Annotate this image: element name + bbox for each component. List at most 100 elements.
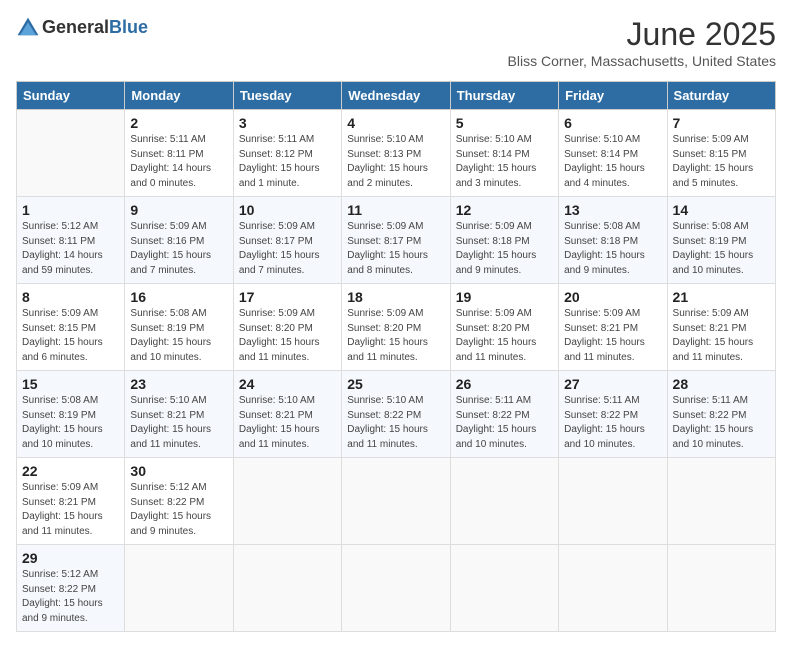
day-number: 19: [456, 289, 553, 305]
calendar-cell: 20 Sunrise: 5:09 AMSunset: 8:21 PMDayligh…: [559, 284, 667, 371]
calendar-cell: 16 Sunrise: 5:08 AMSunset: 8:19 PMDayligh…: [125, 284, 233, 371]
day-detail: Sunrise: 5:11 AMSunset: 8:11 PMDaylight:…: [130, 133, 227, 191]
day-detail: Sunrise: 5:09 AMSunset: 8:21 PMDaylight:…: [22, 481, 119, 539]
calendar-cell: [667, 545, 775, 632]
day-of-week-sunday: Sunday: [17, 82, 125, 110]
calendar-cell: 5 Sunrise: 5:10 AMSunset: 8:14 PMDaylight…: [450, 110, 558, 197]
day-detail: Sunrise: 5:09 AMSunset: 8:20 PMDaylight:…: [239, 307, 336, 365]
calendar-cell: 3 Sunrise: 5:11 AMSunset: 8:12 PMDaylight…: [233, 110, 341, 197]
day-detail: Sunrise: 5:10 AMSunset: 8:21 PMDaylight:…: [130, 394, 227, 452]
calendar-cell: [450, 458, 558, 545]
day-number: 1: [22, 202, 119, 218]
calendar-cell: 4Sunrise: 5:10 AMSunset: 8:13 PMDaylight…: [342, 110, 450, 197]
calendar-cell: 8 Sunrise: 5:09 AMSunset: 8:15 PMDaylight…: [17, 284, 125, 371]
day-number: 20: [564, 289, 661, 305]
calendar-cell: 19 Sunrise: 5:09 AMSunset: 8:20 PMDayligh…: [450, 284, 558, 371]
day-number: 30: [130, 463, 227, 479]
day-detail: Sunrise: 5:11 AMSunset: 8:12 PMDaylight:…: [239, 133, 336, 191]
calendar-cell: 11 Sunrise: 5:09 AMSunset: 8:17 PMDayligh…: [342, 197, 450, 284]
day-number: 4: [347, 115, 444, 131]
day-number: 14: [673, 202, 770, 218]
day-detail: Sunrise: 5:11 AMSunset: 8:22 PMDaylight:…: [673, 394, 770, 452]
calendar-cell: 21Sunrise: 5:09 AMSunset: 8:21 PMDayligh…: [667, 284, 775, 371]
day-of-week-friday: Friday: [559, 82, 667, 110]
day-number: 25: [347, 376, 444, 392]
day-number: 16: [130, 289, 227, 305]
day-of-week-monday: Monday: [125, 82, 233, 110]
day-detail: Sunrise: 5:09 AMSunset: 8:15 PMDaylight:…: [22, 307, 119, 365]
day-detail: Sunrise: 5:09 AMSunset: 8:17 PMDaylight:…: [239, 220, 336, 278]
day-number: 5: [456, 115, 553, 131]
day-detail: Sunrise: 5:09 AMSunset: 8:16 PMDaylight:…: [130, 220, 227, 278]
day-number: 3: [239, 115, 336, 131]
calendar-cell: 6 Sunrise: 5:10 AMSunset: 8:14 PMDaylight…: [559, 110, 667, 197]
calendar-cell: 2 Sunrise: 5:11 AMSunset: 8:11 PMDaylight…: [125, 110, 233, 197]
calendar-cell: 9 Sunrise: 5:09 AMSunset: 8:16 PMDaylight…: [125, 197, 233, 284]
day-of-week-thursday: Thursday: [450, 82, 558, 110]
day-number: 12: [456, 202, 553, 218]
calendar-cell: 13 Sunrise: 5:08 AMSunset: 8:18 PMDayligh…: [559, 197, 667, 284]
calendar-table: SundayMondayTuesdayWednesdayThursdayFrid…: [16, 81, 776, 632]
calendar-cell: 12 Sunrise: 5:09 AMSunset: 8:18 PMDayligh…: [450, 197, 558, 284]
day-detail: Sunrise: 5:12 AMSunset: 8:22 PMDaylight:…: [130, 481, 227, 539]
day-number: 11: [347, 202, 444, 218]
day-detail: Sunrise: 5:10 AMSunset: 8:14 PMDaylight:…: [564, 133, 661, 191]
day-detail: Sunrise: 5:08 AMSunset: 8:18 PMDaylight:…: [564, 220, 661, 278]
calendar-cell: 1Sunrise: 5:12 AMSunset: 8:11 PMDaylight…: [17, 197, 125, 284]
day-detail: Sunrise: 5:09 AMSunset: 8:20 PMDaylight:…: [347, 307, 444, 365]
calendar-cell: [342, 545, 450, 632]
day-detail: Sunrise: 5:09 AMSunset: 8:18 PMDaylight:…: [456, 220, 553, 278]
calendar-cell: 26 Sunrise: 5:11 AMSunset: 8:22 PMDayligh…: [450, 371, 558, 458]
day-number: 18: [347, 289, 444, 305]
day-detail: Sunrise: 5:10 AMSunset: 8:14 PMDaylight:…: [456, 133, 553, 191]
day-detail: Sunrise: 5:09 AMSunset: 8:17 PMDaylight:…: [347, 220, 444, 278]
day-detail: Sunrise: 5:11 AMSunset: 8:22 PMDaylight:…: [456, 394, 553, 452]
calendar-cell: 7 Sunrise: 5:09 AMSunset: 8:15 PMDaylight…: [667, 110, 775, 197]
day-detail: Sunrise: 5:09 AMSunset: 8:20 PMDaylight:…: [456, 307, 553, 365]
day-number: 9: [130, 202, 227, 218]
location-title: Bliss Corner, Massachusetts, United Stat…: [508, 53, 776, 69]
calendar-cell: 25Sunrise: 5:10 AMSunset: 8:22 PMDayligh…: [342, 371, 450, 458]
calendar-body: 2 Sunrise: 5:11 AMSunset: 8:11 PMDaylight…: [17, 110, 776, 632]
page-header: GeneralBlue June 2025 Bliss Corner, Mass…: [16, 16, 776, 69]
calendar-cell: [17, 110, 125, 197]
day-number: 15: [22, 376, 119, 392]
calendar-cell: 24Sunrise: 5:10 AMSunset: 8:21 PMDayligh…: [233, 371, 341, 458]
day-number: 13: [564, 202, 661, 218]
logo-text-general: General: [42, 17, 109, 37]
day-number: 23: [130, 376, 227, 392]
day-number: 22: [22, 463, 119, 479]
day-detail: Sunrise: 5:09 AMSunset: 8:21 PMDaylight:…: [564, 307, 661, 365]
calendar-cell: [450, 545, 558, 632]
calendar-cell: [233, 458, 341, 545]
calendar-cell: [342, 458, 450, 545]
day-number: 17: [239, 289, 336, 305]
days-of-week-row: SundayMondayTuesdayWednesdayThursdayFrid…: [17, 82, 776, 110]
day-number: 26: [456, 376, 553, 392]
day-number: 7: [673, 115, 770, 131]
calendar-cell: 30 Sunrise: 5:12 AMSunset: 8:22 PMDayligh…: [125, 458, 233, 545]
calendar-week-5: 22 Sunrise: 5:09 AMSunset: 8:21 PMDayligh…: [17, 458, 776, 545]
day-detail: Sunrise: 5:08 AMSunset: 8:19 PMDaylight:…: [22, 394, 119, 452]
day-detail: Sunrise: 5:09 AMSunset: 8:15 PMDaylight:…: [673, 133, 770, 191]
day-detail: Sunrise: 5:11 AMSunset: 8:22 PMDaylight:…: [564, 394, 661, 452]
day-number: 27: [564, 376, 661, 392]
month-title: June 2025: [508, 16, 776, 53]
calendar-cell: 18 Sunrise: 5:09 AMSunset: 8:20 PMDayligh…: [342, 284, 450, 371]
logo-text-blue: Blue: [109, 17, 148, 37]
calendar-week-1: 2 Sunrise: 5:11 AMSunset: 8:11 PMDaylight…: [17, 110, 776, 197]
calendar-week-3: 8 Sunrise: 5:09 AMSunset: 8:15 PMDaylight…: [17, 284, 776, 371]
calendar-header: SundayMondayTuesdayWednesdayThursdayFrid…: [17, 82, 776, 110]
calendar-cell: 17 Sunrise: 5:09 AMSunset: 8:20 PMDayligh…: [233, 284, 341, 371]
day-number: 6: [564, 115, 661, 131]
day-number: 2: [130, 115, 227, 131]
calendar-cell: [559, 458, 667, 545]
day-detail: Sunrise: 5:12 AMSunset: 8:22 PMDaylight:…: [22, 568, 119, 626]
day-of-week-tuesday: Tuesday: [233, 82, 341, 110]
day-detail: Sunrise: 5:08 AMSunset: 8:19 PMDaylight:…: [130, 307, 227, 365]
day-number: 8: [22, 289, 119, 305]
calendar-cell: 23 Sunrise: 5:10 AMSunset: 8:21 PMDayligh…: [125, 371, 233, 458]
logo: GeneralBlue: [16, 16, 148, 40]
calendar-cell: [559, 545, 667, 632]
day-number: 29: [22, 550, 119, 566]
